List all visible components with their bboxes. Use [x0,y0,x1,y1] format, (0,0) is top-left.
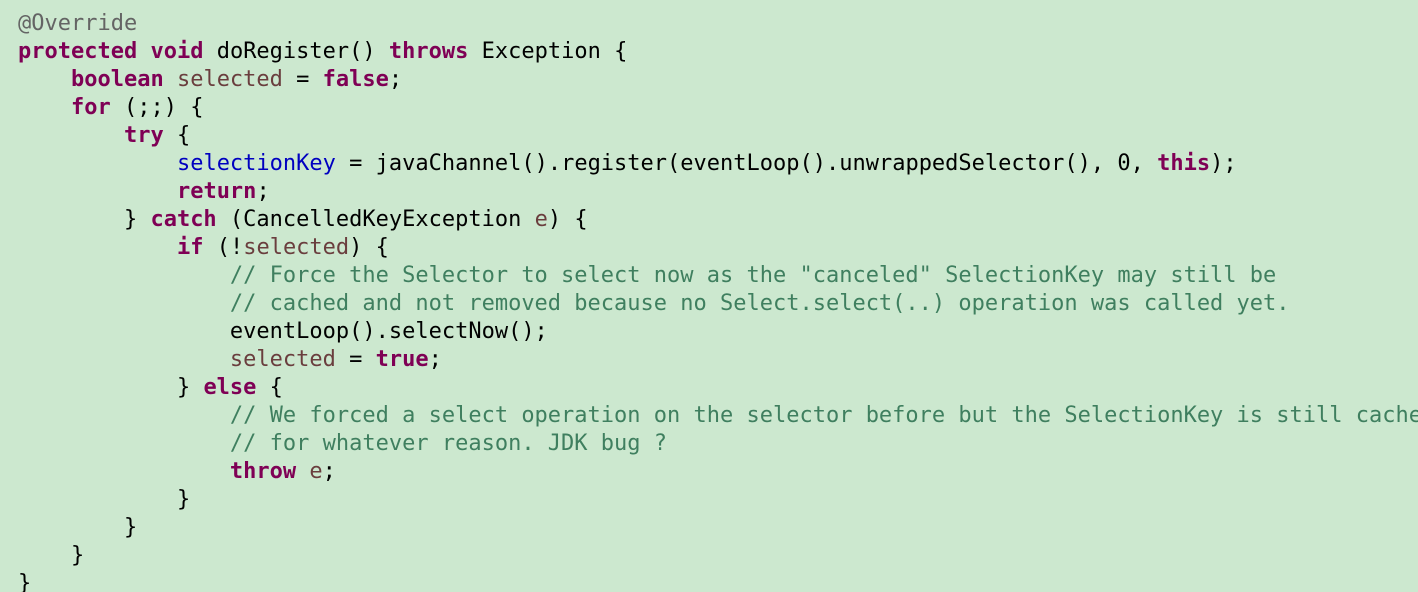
code-token: // We forced a select operation on the s… [229,403,1418,428]
code-line: eventLoop().selectNow(); [18,318,548,346]
code-token: Exception { [468,39,628,64]
code-token: } [18,543,85,568]
code-token: return [176,179,257,204]
code-token: (;;) { [110,95,204,120]
code-token: selected [229,347,336,372]
code-token: e [534,207,548,232]
code-token: else [203,375,257,400]
code-token: ; [428,347,442,372]
code-token: catch [150,207,217,232]
code-token: try [123,123,164,148]
code-line: return; [18,178,270,206]
code-token: { [163,123,191,148]
code-line: for (;;) { [18,94,203,122]
code-token: { [256,375,283,400]
code-token: false [322,67,389,92]
code-line: } catch (CancelledKeyException e) { [18,206,588,234]
code-line: } [18,542,84,570]
code-token: = javaChannel().register(eventLoop().unw… [335,151,1158,176]
code-line: selectionKey = javaChannel().register(ev… [18,150,1237,178]
code-token: ; [388,67,403,92]
code-token: void [150,39,204,64]
code-line: try { [18,122,190,150]
code-token: ) { [547,207,588,232]
code-line: // cached and not removed because no Sel… [18,290,1290,318]
code-token: selected [243,235,350,260]
code-line: } [18,570,31,592]
code-line: } else { [18,374,283,402]
code-line: // for whatever reason. JDK bug ? [18,430,667,458]
code-token: e [309,459,323,484]
code-token: eventLoop().selectNow(); [18,319,548,344]
code-token: throw [229,459,297,484]
code-line: // We forced a select operation on the s… [18,402,1418,430]
code-line: } [18,514,137,542]
code-line: @Override [18,10,137,38]
code-token: } [18,207,151,232]
code-token: ) { [349,235,389,260]
code-token: protected [18,39,138,64]
code-token: doRegister() [203,39,389,64]
code-line: protected void doRegister() throws Excep… [18,38,627,66]
code-token: (! [203,235,244,260]
code-token: } [18,487,191,512]
code-token: ; [322,459,336,484]
code-token: for [70,95,111,120]
code-token: // Force the Selector to select now as t… [229,263,1277,288]
code-token: this [1157,151,1211,176]
code-token: throws [388,39,469,64]
code-line: throw e; [18,458,336,486]
code-token: boolean [70,67,164,92]
code-token: selected [176,67,283,92]
code-token: @Override [18,11,138,36]
code-line: // Force the Selector to select now as t… [18,262,1276,290]
code-line: boolean selected = false; [18,66,402,94]
code-token: if [176,235,204,260]
code-token: } [18,375,204,400]
code-editor[interactable]: @Override protected void doRegister() th… [0,0,1418,592]
code-line: } [18,486,190,514]
code-line: selected = true; [18,346,442,374]
code-token: // for whatever reason. JDK bug ? [229,431,668,456]
code-token: true [375,347,429,372]
code-token: = [335,347,376,372]
code-token: } [18,571,32,592]
code-token: (CancelledKeyException [216,207,535,232]
code-token: // cached and not removed because no Sel… [229,291,1290,316]
code-token: ); [1210,151,1237,176]
code-token: } [18,515,138,540]
code-token: selectionKey [176,151,336,176]
code-line: if (!selected) { [18,234,389,262]
code-token: = [282,67,323,92]
code-token: ; [256,179,270,204]
